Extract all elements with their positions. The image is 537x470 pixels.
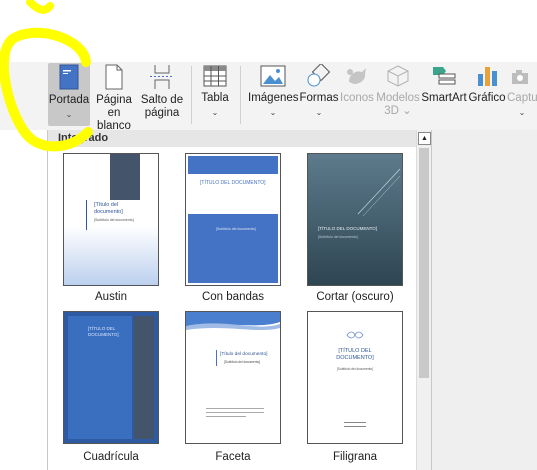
austin-title-2: documento]	[94, 209, 123, 215]
page-break-label-2: página	[144, 107, 180, 119]
page-break-icon	[150, 65, 174, 89]
template-cortar-oscuro[interactable]: [TÍTULO DEL DOCUMENTO] [Subtítulo del do…	[307, 153, 403, 286]
banded-bottom-band	[188, 214, 278, 283]
cover-page-icon	[59, 64, 79, 90]
gallery-section-header: Integrado	[48, 130, 418, 147]
filigree-ornament-icon	[346, 331, 364, 339]
austin-banner	[110, 154, 140, 200]
template-filigrana[interactable]: [TÍTULO DEL DOCUMENTO] [Subtítulo del do…	[307, 311, 403, 444]
ribbon-separator	[191, 66, 192, 124]
template-label: Cuadrícula	[83, 451, 139, 463]
cut-lines-icon	[357, 168, 401, 217]
document-area	[431, 130, 537, 470]
chart-label: Gráfico	[468, 92, 506, 104]
banded-title: [TÍTULO DEL DOCUMENTO]	[200, 180, 266, 186]
facet-line	[206, 408, 264, 409]
shapes-icon	[307, 64, 331, 87]
camera-icon	[512, 70, 528, 84]
ribbon-top-area	[0, 0, 537, 62]
3d-models-button[interactable]: Modelos 3D ⌄	[375, 64, 421, 118]
shapes-label: Formas	[299, 92, 339, 104]
template-con-bandas[interactable]: [TÍTULO DEL DOCUMENTO] [Subtítulo del do…	[185, 153, 281, 286]
austin-subtitle: [Subtítulo del documento]	[94, 218, 134, 222]
cube-icon	[387, 65, 409, 87]
page-break-label-1: Salto de	[140, 94, 184, 106]
page-break-button[interactable]: Salto de página	[140, 64, 184, 120]
template-faceta[interactable]: [Título del documento] [Subtítulo del do…	[185, 311, 281, 444]
banded-top-band	[188, 156, 278, 174]
chevron-down-icon: ⌄	[518, 108, 526, 117]
template-austin[interactable]: [Título del documento] [Subtítulo del do…	[63, 153, 159, 286]
grid-title-2: DOCUMENTO]	[88, 332, 119, 337]
filigree-line	[344, 422, 366, 423]
template-cuadricula[interactable]: [TÍTULO DEL DOCUMENTO]	[63, 311, 159, 444]
template-label: Con bandas	[201, 291, 265, 303]
blank-page-label-1: Página	[96, 94, 132, 106]
blank-page-icon	[105, 64, 123, 90]
facet-header-icon	[186, 312, 280, 330]
ribbon-separator	[240, 66, 241, 124]
table-icon	[203, 65, 227, 87]
cut-title: [TÍTULO DEL DOCUMENTO]	[318, 226, 378, 231]
banded-subtitle: [Subtítulo del documento]	[216, 227, 256, 231]
cover-page-gallery: Integrado ▲ [Título del documento] [Subt…	[47, 130, 432, 470]
facet-subtitle: [Subtítulo del documento]	[224, 360, 261, 364]
facet-title: [Título del documento]	[220, 352, 268, 357]
smartart-button[interactable]: SmartArt	[421, 64, 467, 105]
screenshot-label: Captu	[507, 92, 537, 104]
cut-subtitle: [Subtítulo del documento]	[318, 235, 358, 239]
images-label: Imágenes	[248, 92, 299, 104]
ribbon: Portada ⌄ Página en blanco Salto de pági…	[0, 0, 537, 133]
austin-rule	[86, 200, 87, 230]
facet-line	[206, 416, 246, 417]
template-label: Filigrana	[332, 451, 378, 463]
icons-button[interactable]: Iconos	[339, 64, 375, 105]
picture-icon	[260, 65, 286, 87]
smartart-label: SmartArt	[421, 92, 467, 104]
bar-chart-icon	[478, 67, 497, 86]
chevron-down-icon: ⌄	[65, 110, 73, 119]
smartart-icon	[433, 67, 456, 85]
scroll-up-arrow-icon[interactable]: ▲	[418, 132, 431, 145]
blank-page-button[interactable]: Página en blanco	[90, 64, 138, 133]
gallery-scrollbar[interactable]: ▲	[416, 130, 431, 470]
filigree-title-2: DOCUMENTO]	[336, 355, 374, 361]
3d-models-label-2: 3D ⌄	[384, 105, 412, 117]
grid-side-block	[134, 316, 154, 439]
blank-page-label-2: en blanco	[97, 107, 131, 132]
filigree-subtitle: [Subtítulo del documento]	[336, 367, 374, 371]
template-label: Faceta	[215, 451, 251, 463]
icons-icon	[347, 68, 366, 84]
table-button[interactable]: Tabla ⌄	[197, 64, 233, 119]
austin-title-1: [Título del	[94, 202, 119, 208]
facet-line	[206, 412, 264, 413]
shapes-button[interactable]: Formas ⌄	[299, 64, 339, 119]
chevron-down-icon: ⌄	[315, 108, 323, 117]
filigree-line	[344, 426, 366, 427]
chart-button[interactable]: Gráfico	[468, 64, 506, 105]
template-label: Cortar (oscuro)	[316, 291, 394, 303]
scrollbar-thumb[interactable]	[419, 148, 429, 378]
3d-models-label-1: Modelos	[376, 92, 420, 104]
filigree-title-1: [TÍTULO DEL	[338, 348, 372, 354]
images-button[interactable]: Imágenes ⌄	[248, 64, 299, 119]
portada-button[interactable]: Portada ⌄	[48, 64, 90, 121]
screenshot-button[interactable]: Captu ⌄	[507, 64, 537, 119]
portada-label: Portada	[48, 94, 90, 106]
icons-label: Iconos	[340, 92, 374, 104]
template-label: Austin	[95, 291, 127, 303]
chevron-down-icon: ⌄	[211, 108, 219, 117]
facet-rule	[216, 350, 217, 366]
table-label: Tabla	[201, 92, 229, 104]
chevron-down-icon: ⌄	[269, 108, 277, 117]
